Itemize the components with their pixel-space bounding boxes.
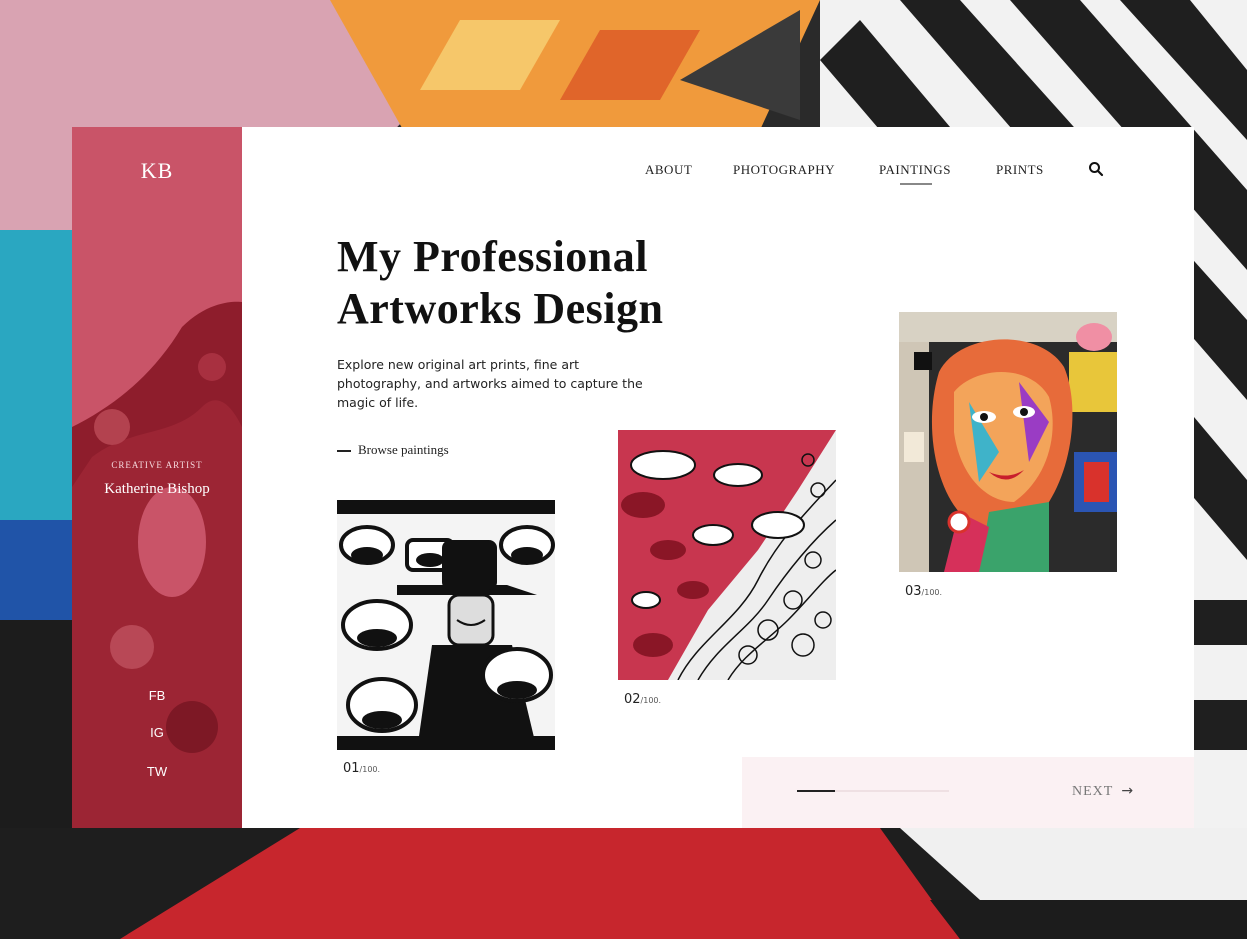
logo[interactable]: KB — [72, 158, 242, 184]
slider-progress-fill — [797, 790, 835, 792]
social-link-fb[interactable]: FB — [72, 688, 242, 703]
artwork-number-03: 03/100. — [905, 584, 942, 599]
top-nav: ABOUT PHOTOGRAPHY PAINTINGS PRINTS — [242, 161, 1194, 185]
nav-item-paintings[interactable]: PAINTINGS — [879, 162, 951, 178]
dash-icon — [337, 450, 351, 453]
nav-item-photography[interactable]: PHOTOGRAPHY — [733, 162, 835, 178]
main-card: ABOUT PHOTOGRAPHY PAINTINGS PRINTS My Pr… — [242, 127, 1194, 828]
hero-description: Explore new original art prints, fine ar… — [337, 357, 643, 410]
slider-progress-track[interactable] — [797, 790, 949, 792]
nav-item-about[interactable]: ABOUT — [645, 162, 692, 178]
hero-title: My Professional Artworks Design — [337, 231, 757, 335]
artist-name: Katherine Bishop — [104, 481, 210, 497]
sidebar-panel: KB CREATIVE ARTIST Katherine Bishop FB I… — [72, 127, 242, 828]
next-button[interactable]: NEXT → — [1072, 783, 1134, 800]
artwork-number-02: 02/100. — [624, 692, 661, 707]
artwork-total: /100. — [921, 588, 943, 597]
next-label: NEXT — [1072, 784, 1114, 799]
artwork-number-01: 01/100. — [343, 761, 380, 776]
social-link-ig[interactable]: IG — [72, 725, 242, 740]
hero-title-line1: My Professional — [337, 232, 648, 281]
browse-paintings-link[interactable]: Browse paintings — [337, 442, 449, 458]
hero-title-line2: Artworks Design — [337, 284, 664, 333]
social-link-tw[interactable]: TW — [72, 764, 242, 779]
nav-item-prints[interactable]: PRINTS — [996, 162, 1044, 178]
artwork-index: 03 — [905, 584, 922, 599]
artwork-image-02[interactable] — [618, 430, 836, 680]
pager: NEXT → — [742, 757, 1194, 828]
artist-role: CREATIVE ARTIST — [111, 460, 203, 470]
artwork-total: /100. — [359, 765, 381, 774]
nav-active-indicator — [900, 183, 932, 185]
artwork-index: 02 — [624, 692, 641, 707]
search-icon[interactable] — [1088, 161, 1104, 177]
browse-label: Browse paintings — [358, 442, 449, 457]
artwork-image-01[interactable] — [337, 500, 555, 750]
arrow-right-icon: → — [1121, 783, 1135, 799]
artwork-total: /100. — [640, 696, 662, 705]
artwork-image-03[interactable] — [899, 312, 1117, 572]
artwork-index: 01 — [343, 761, 360, 776]
